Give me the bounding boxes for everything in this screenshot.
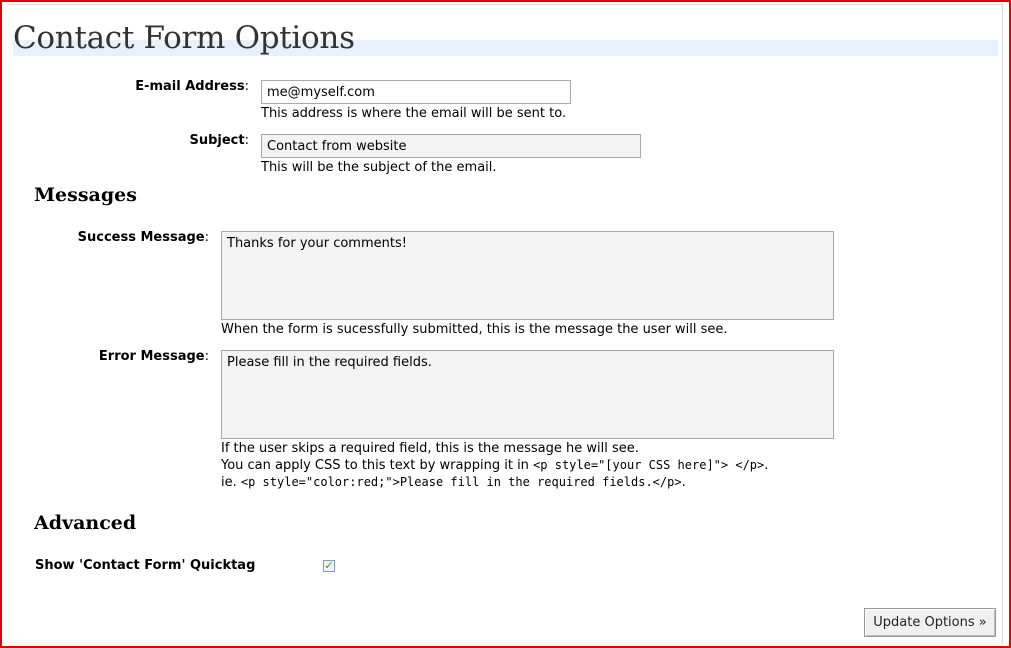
- email-hint: This address is where the email will be …: [261, 106, 567, 121]
- email-input[interactable]: [261, 80, 571, 104]
- advanced-heading: Advanced: [34, 512, 137, 534]
- css-example-code: <p style="color:red;">Please fill in the…: [240, 475, 682, 489]
- error-message-label: Error Message:: [98, 349, 209, 364]
- success-message-textarea[interactable]: Thanks for your comments!: [221, 231, 834, 320]
- messages-heading: Messages: [34, 184, 137, 206]
- page-title: Contact Form Options: [13, 20, 355, 56]
- subject-label: Subject:: [189, 133, 249, 148]
- success-message-label: Success Message:: [77, 230, 209, 245]
- subject-input[interactable]: [261, 134, 641, 158]
- error-message-hint: If the user skips a required field, this…: [221, 441, 639, 456]
- error-message-textarea[interactable]: Please fill in the required fields.: [221, 350, 834, 439]
- quicktag-checkbox[interactable]: ✓: [323, 560, 335, 572]
- success-message-hint: When the form is sucessfully submitted, …: [221, 322, 728, 337]
- update-options-button[interactable]: Update Options »: [864, 608, 996, 637]
- subject-hint: This will be the subject of the email.: [261, 160, 497, 175]
- quicktag-label: Show 'Contact Form' Quicktag: [35, 558, 256, 573]
- css-wrap-code: <p style="[your CSS here]"> </p>: [533, 458, 765, 472]
- css-example-hint: ie. <p style="color:red;">Please fill in…: [221, 475, 686, 490]
- css-wrap-hint: You can apply CSS to this text by wrappi…: [221, 458, 769, 473]
- email-label: E-mail Address:: [135, 79, 249, 94]
